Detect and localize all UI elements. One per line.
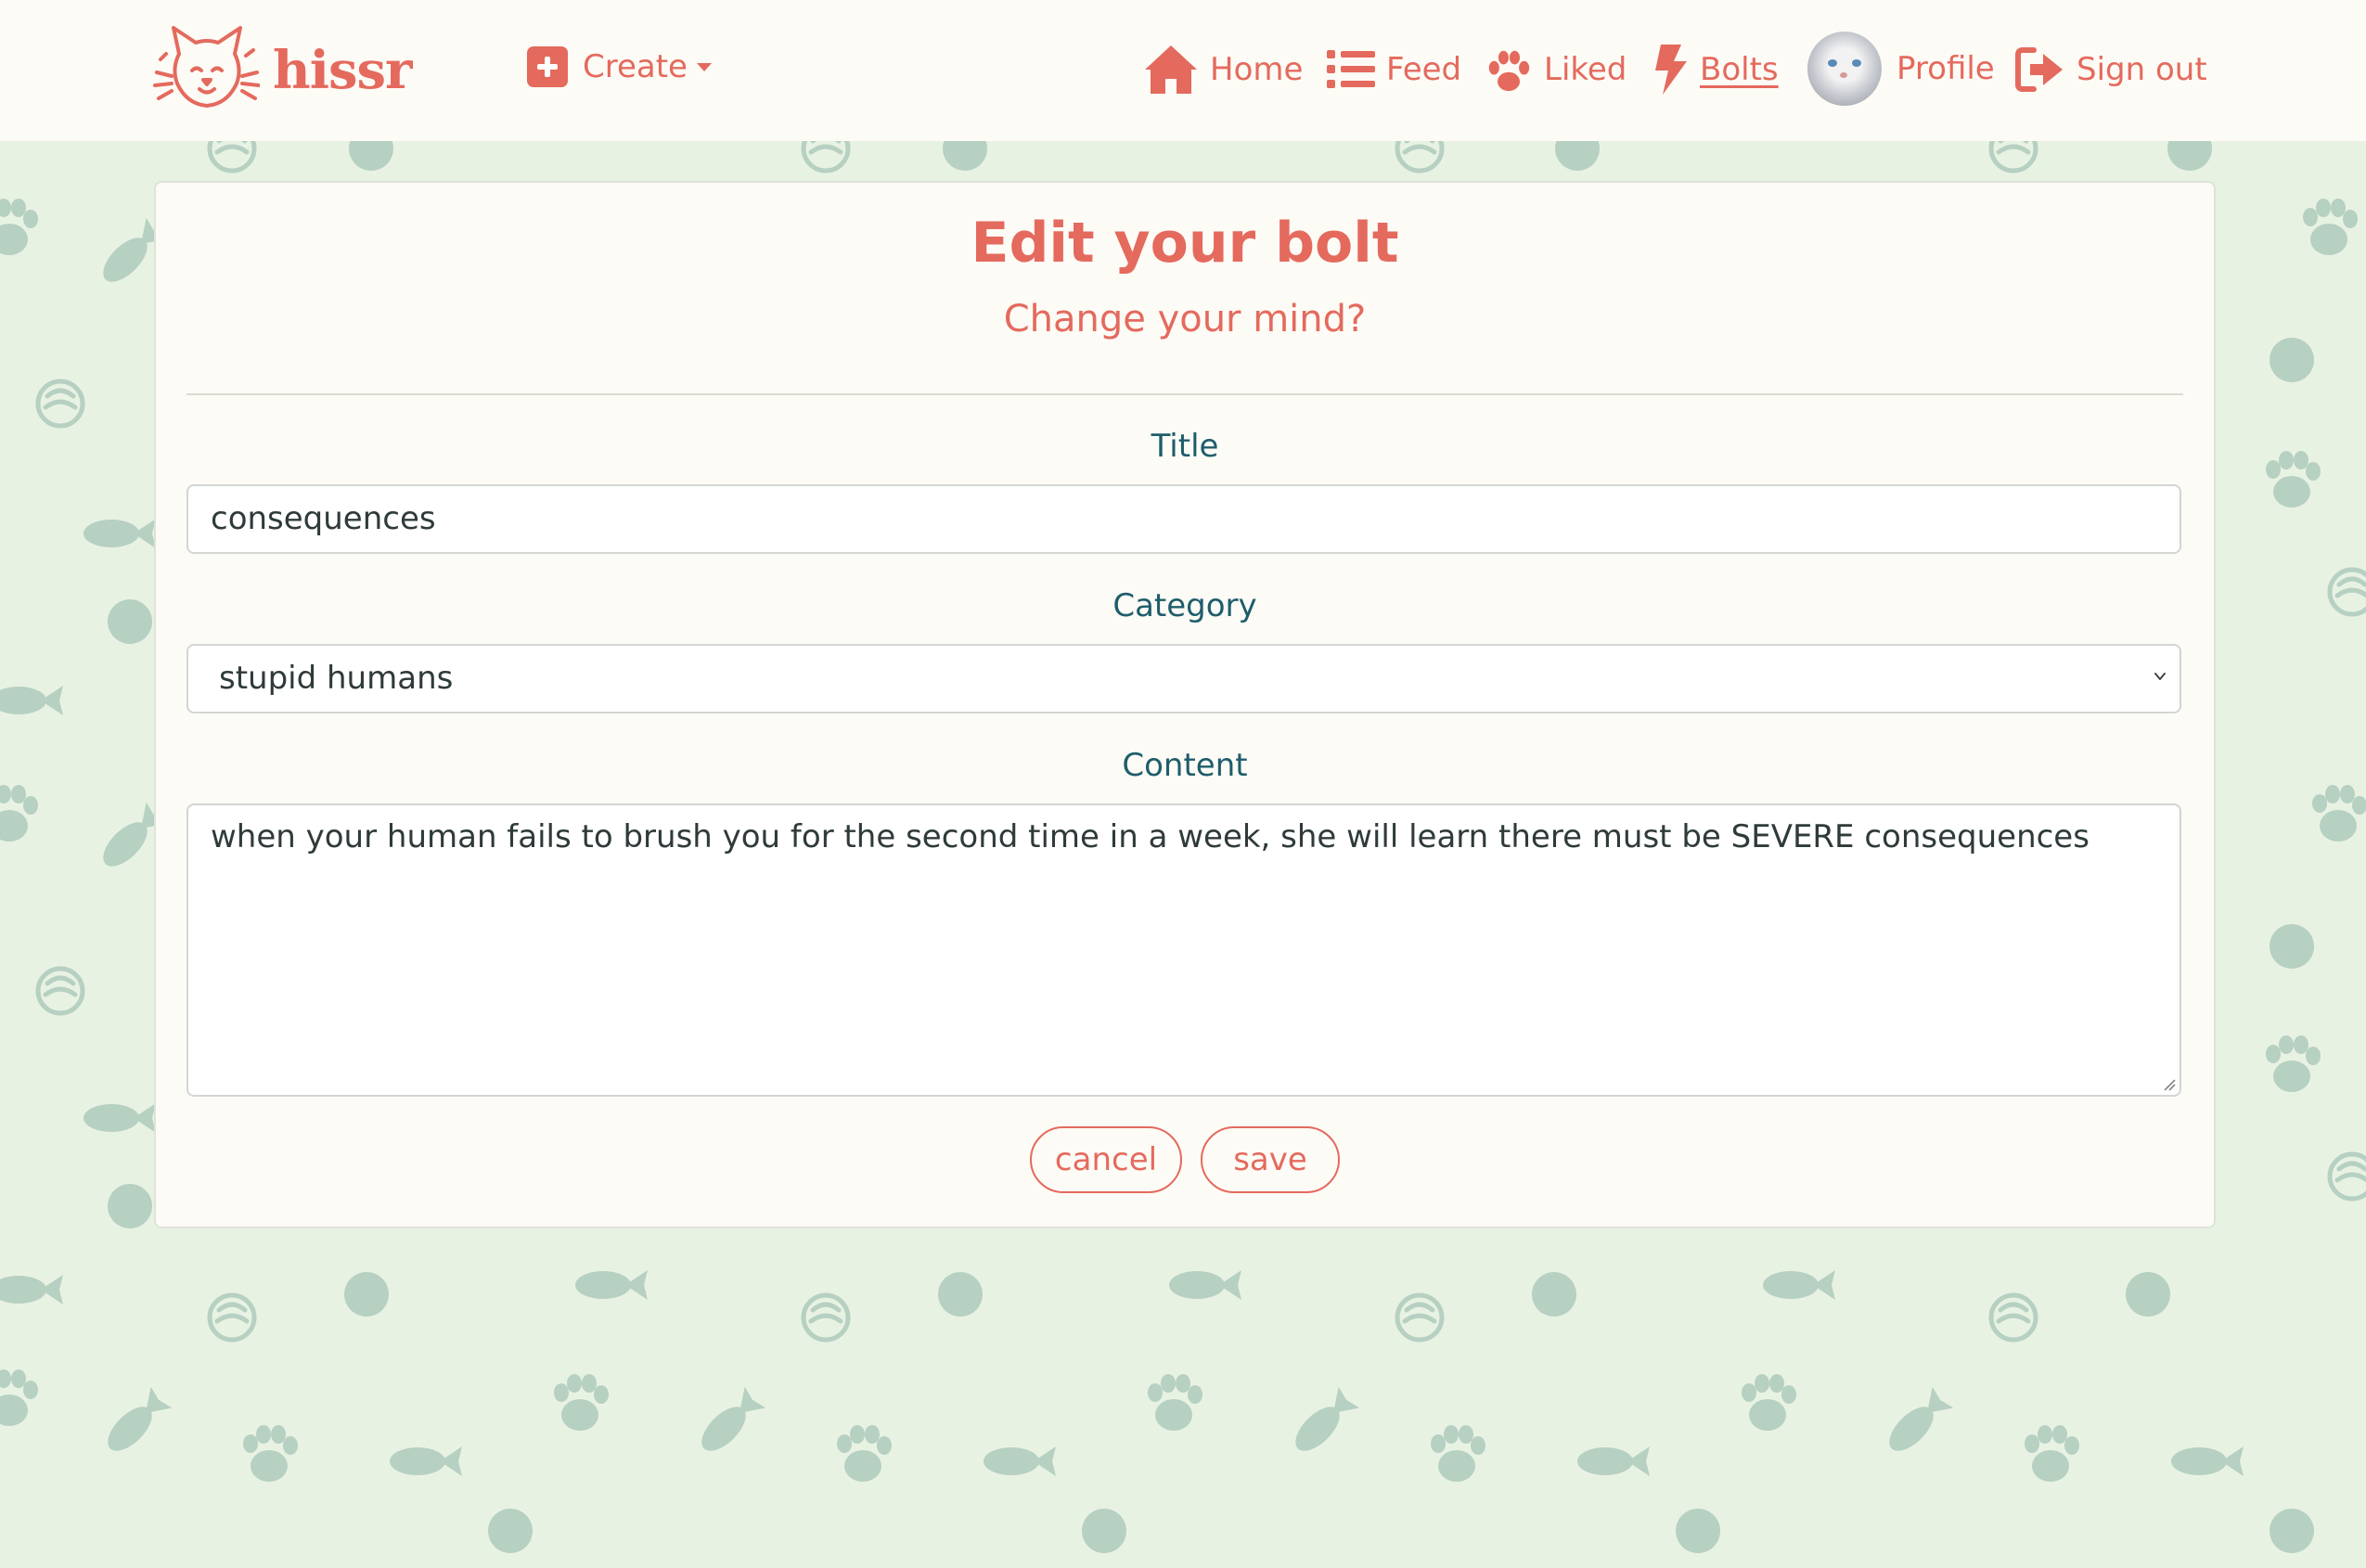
create-dropdown[interactable]: Create (527, 46, 712, 87)
nav-feed[interactable]: Feed (1327, 41, 1461, 98)
edit-bolt-card: Edit your bolt Change your mind? Title c… (154, 181, 2216, 1228)
chevron-down-icon (2154, 673, 2166, 680)
home-icon (1145, 45, 1197, 94)
nav-profile-label: Profile (1897, 50, 1995, 87)
nav-sign-out-label: Sign out (2077, 51, 2207, 88)
bolt-icon (1655, 45, 1687, 95)
create-label: Create (583, 48, 688, 85)
nav-liked-label: Liked (1544, 51, 1627, 88)
nav-bolts[interactable]: Bolts (1652, 41, 1779, 98)
cat-face-icon (153, 26, 260, 108)
nav-feed-label: Feed (1386, 51, 1462, 88)
nav-liked[interactable]: Liked (1485, 41, 1627, 98)
plus-square-icon (527, 46, 568, 87)
brand-name: hissr (273, 40, 413, 101)
page-title: Edit your bolt (971, 211, 1399, 276)
nav-bolts-label: Bolts (1700, 51, 1779, 88)
nav-home-label: Home (1210, 51, 1304, 88)
content-label: Content (1122, 747, 1248, 784)
cancel-button[interactable]: cancel (1030, 1126, 1182, 1193)
divider (186, 393, 2183, 395)
category-select-value: stupid humans (219, 660, 454, 697)
category-label: Category (1112, 587, 1257, 624)
title-input-value: consequences (211, 500, 436, 537)
brand-link[interactable]: hissr (153, 22, 413, 119)
page-subtitle: Change your mind? (1003, 298, 1367, 341)
sign-out-icon (2015, 47, 2063, 92)
caret-down-icon (696, 62, 712, 71)
top-navbar: hissr Create Home Feed Liked Bolts Profi… (0, 0, 2366, 141)
title-label: Title (1151, 428, 1219, 465)
save-button[interactable]: save (1201, 1126, 1340, 1193)
avatar (1807, 32, 1882, 106)
content-textarea-value: when your human fails to brush you for t… (211, 818, 2090, 855)
title-input[interactable]: consequences (186, 484, 2181, 554)
paw-icon (1488, 50, 1530, 92)
nav-home[interactable]: Home (1143, 41, 1303, 98)
content-textarea[interactable]: when your human fails to brush you for t… (186, 803, 2181, 1097)
nav-profile[interactable]: Profile (1807, 32, 1995, 106)
list-icon (1327, 50, 1375, 88)
nav-sign-out[interactable]: Sign out (2015, 41, 2207, 98)
resize-grip-icon[interactable] (2163, 1078, 2176, 1091)
category-select[interactable]: stupid humans (186, 644, 2181, 713)
